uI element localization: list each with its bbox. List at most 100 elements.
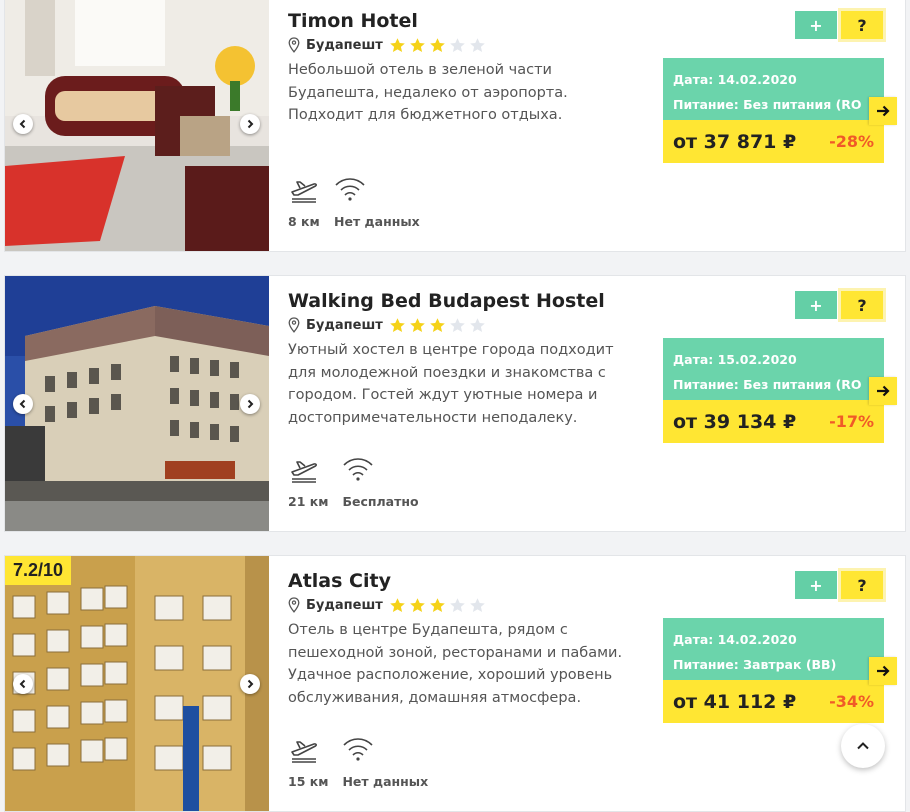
- city-label: Будапешт: [306, 597, 383, 613]
- pin-icon: [288, 37, 300, 53]
- star-rating: [389, 597, 486, 614]
- offer-price: от 41 112 ₽: [673, 690, 797, 713]
- hotel-info: Atlas City Будапешт Отель в центре Будап…: [288, 556, 622, 811]
- wifi-icon: [335, 178, 365, 201]
- star-icon: [469, 317, 485, 332]
- hotel-description: Отель в центре Будапешта, рядом с пешехо…: [288, 622, 623, 706]
- offer-details: Дата: 15.02.2020 Питание: Без питания (R…: [663, 338, 884, 400]
- help-button[interactable]: ?: [841, 11, 883, 39]
- star-icon: [449, 37, 465, 52]
- city-label: Будапешт: [306, 317, 383, 333]
- amenities: 21 км Бесплатно: [288, 456, 419, 509]
- location-row: Будапешт: [288, 36, 486, 54]
- star-icon: [449, 317, 465, 332]
- star-icon: [429, 317, 445, 332]
- offer-price: от 37 871 ₽: [673, 130, 797, 153]
- star-icon: [409, 317, 425, 332]
- location-row: Будапешт: [288, 316, 486, 334]
- hotel-photo[interactable]: [5, 276, 269, 531]
- offer-price-row: от 41 112 ₽ -34%: [663, 680, 884, 723]
- city-label: Будапешт: [306, 37, 383, 53]
- hotel-name[interactable]: Timon Hotel: [288, 10, 418, 32]
- star-icon: [469, 37, 485, 52]
- hotel-card: 7.2/10 Atlas City Будапешт Отель в центр…: [4, 555, 906, 812]
- star-icon: [429, 597, 445, 612]
- card-actions: + ?: [795, 11, 883, 39]
- wifi-info: Нет данных: [334, 176, 420, 229]
- offer-meal: Питание: Завтрак (BB): [673, 657, 837, 672]
- add-to-compare-button[interactable]: +: [795, 11, 837, 39]
- offer-details: Дата: 14.02.2020 Питание: Без питания (R…: [663, 58, 884, 120]
- offer-discount: -28%: [829, 132, 874, 151]
- scroll-to-top-button[interactable]: [841, 724, 885, 768]
- go-to-offer-button[interactable]: [869, 377, 897, 405]
- airport-distance-label: 15 км: [288, 774, 329, 789]
- star-icon: [389, 597, 405, 612]
- star-rating: [389, 37, 486, 54]
- offer-discount: -17%: [829, 412, 874, 431]
- go-to-offer-button[interactable]: [869, 657, 897, 685]
- airport-distance: 15 км: [288, 736, 328, 789]
- location-row: Будапешт: [288, 596, 486, 614]
- offer-meal: Питание: Без питания (RO: [673, 377, 862, 392]
- offer-price: от 39 134 ₽: [673, 410, 797, 433]
- photo-prev-button[interactable]: [13, 673, 33, 694]
- wifi-icon: [343, 458, 374, 481]
- add-to-compare-button[interactable]: +: [795, 291, 837, 319]
- offer-price-row: от 39 134 ₽ -17%: [663, 400, 884, 443]
- chevron-up-icon: [857, 742, 869, 750]
- wifi-icon: [343, 738, 374, 761]
- star-icon: [469, 597, 485, 612]
- card-actions: + ?: [795, 571, 883, 599]
- help-button[interactable]: ?: [841, 291, 883, 319]
- hotel-photo[interactable]: 7.2/10: [5, 556, 269, 811]
- airplane-icon: [291, 181, 318, 203]
- offer-box[interactable]: Дата: 15.02.2020 Питание: Без питания (R…: [663, 338, 884, 443]
- pin-icon: [288, 597, 300, 613]
- photo-next-button[interactable]: [240, 673, 260, 694]
- offer-price-row: от 37 871 ₽ -28%: [663, 120, 884, 163]
- wifi-info: Нет данных: [342, 736, 428, 789]
- hotel-description: Уютный хостел в центре города подходит д…: [288, 342, 614, 426]
- airplane-icon: [291, 741, 318, 763]
- hotel-card: Timon Hotel Будапешт Небольшой отель в з…: [4, 0, 906, 252]
- room-photo: [5, 0, 269, 251]
- amenities: 15 км Нет данных: [288, 736, 428, 789]
- star-icon: [409, 37, 425, 52]
- card-actions: + ?: [795, 291, 883, 319]
- airport-distance: 21 км: [288, 456, 328, 509]
- photo-prev-button[interactable]: [13, 393, 33, 414]
- add-to-compare-button[interactable]: +: [795, 571, 837, 599]
- chevron-left-icon: [19, 399, 26, 408]
- pin-icon: [288, 317, 300, 333]
- offer-box[interactable]: Дата: 14.02.2020 Питание: Завтрак (BB) о…: [663, 618, 884, 723]
- star-icon: [429, 37, 445, 52]
- wifi-label: Бесплатно: [342, 494, 419, 509]
- photo-next-button[interactable]: [240, 113, 260, 134]
- offer-meal: Питание: Без питания (RO: [673, 97, 862, 112]
- airport-distance: 8 км: [288, 176, 320, 229]
- offer-box[interactable]: Дата: 14.02.2020 Питание: Без питания (R…: [663, 58, 884, 163]
- go-to-offer-button[interactable]: [869, 97, 897, 125]
- arrow-right-icon: [877, 665, 890, 677]
- star-rating: [389, 317, 486, 334]
- hotel-info: Timon Hotel Будапешт Небольшой отель в з…: [288, 0, 588, 251]
- star-icon: [389, 317, 405, 332]
- arrow-right-icon: [877, 105, 890, 117]
- star-icon: [409, 597, 425, 612]
- hotel-name[interactable]: Atlas City: [288, 570, 391, 592]
- wifi-label: Нет данных: [342, 774, 429, 789]
- help-button[interactable]: ?: [841, 571, 883, 599]
- hotel-photo[interactable]: [5, 0, 269, 251]
- photo-next-button[interactable]: [240, 393, 260, 414]
- offer-date: Дата: 14.02.2020: [673, 632, 797, 647]
- hotel-name[interactable]: Walking Bed Budapest Hostel: [288, 290, 605, 312]
- star-icon: [449, 597, 465, 612]
- offer-date: Дата: 15.02.2020: [673, 352, 797, 367]
- photo-prev-button[interactable]: [13, 113, 33, 134]
- airport-distance-label: 21 км: [288, 494, 329, 509]
- airplane-icon: [291, 461, 318, 483]
- chevron-left-icon: [19, 119, 26, 128]
- hotel-card: Walking Bed Budapest Hostel Будапешт Уют…: [4, 275, 906, 532]
- offer-date: Дата: 14.02.2020: [673, 72, 797, 87]
